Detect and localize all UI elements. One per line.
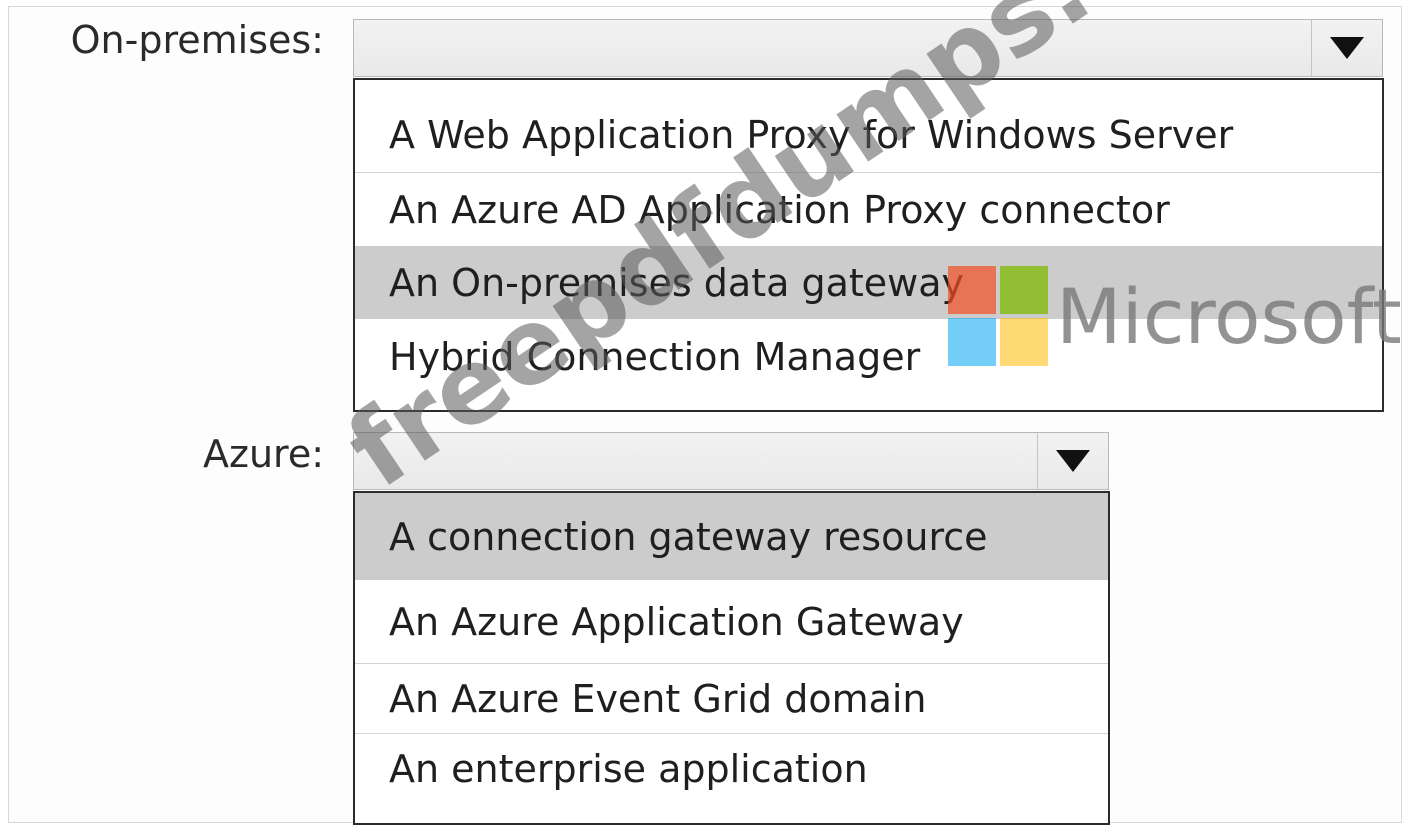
azure-option-2[interactable]: An Azure Application Gateway bbox=[355, 581, 1108, 663]
on-premises-option-3[interactable]: An On-premises data gateway bbox=[355, 246, 1382, 319]
azure-option-1[interactable]: A connection gateway resource bbox=[355, 493, 1108, 580]
azure-dropdown[interactable] bbox=[353, 432, 1109, 490]
azure-option-3[interactable]: An Azure Event Grid domain bbox=[355, 664, 1108, 733]
on-premises-option-1[interactable]: A Web Application Proxy for Windows Serv… bbox=[355, 98, 1382, 172]
option-label: An On-premises data gateway bbox=[389, 260, 964, 305]
option-label: An Azure Event Grid domain bbox=[389, 676, 927, 721]
azure-options-list: A connection gateway resource An Azure A… bbox=[353, 491, 1110, 825]
on-premises-dropdown[interactable] bbox=[353, 19, 1383, 77]
on-premises-dropdown-arrow[interactable] bbox=[1311, 20, 1382, 76]
option-label: An enterprise application bbox=[389, 747, 868, 791]
chevron-down-icon bbox=[1330, 37, 1364, 59]
option-label: Hybrid Connection Manager bbox=[389, 335, 921, 379]
option-label: An Azure AD Application Proxy connector bbox=[389, 187, 1170, 232]
on-premises-option-4[interactable]: Hybrid Connection Manager bbox=[355, 320, 1382, 394]
azure-dropdown-arrow[interactable] bbox=[1037, 433, 1108, 489]
on-premises-options-list: A Web Application Proxy for Windows Serv… bbox=[353, 78, 1384, 412]
chevron-down-icon bbox=[1056, 450, 1090, 472]
option-label: A Web Application Proxy for Windows Serv… bbox=[389, 113, 1234, 157]
option-label: A connection gateway resource bbox=[389, 514, 988, 559]
azure-option-4[interactable]: An enterprise application bbox=[355, 734, 1108, 804]
option-label: An Azure Application Gateway bbox=[389, 600, 964, 644]
on-premises-label: On-premises: bbox=[70, 18, 324, 62]
on-premises-option-2[interactable]: An Azure AD Application Proxy connector bbox=[355, 173, 1382, 246]
azure-label: Azure: bbox=[203, 432, 324, 476]
